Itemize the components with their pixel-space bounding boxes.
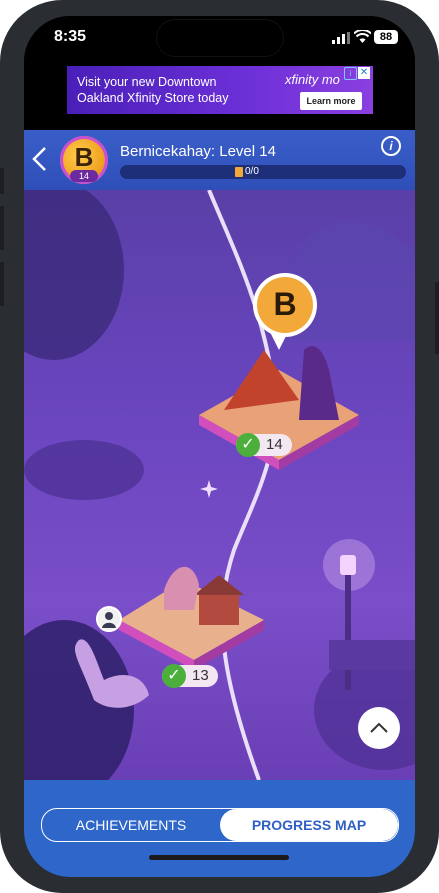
chevron-up-icon bbox=[370, 722, 388, 733]
map-scenery bbox=[24, 190, 415, 780]
battery-indicator: 88 bbox=[374, 30, 398, 44]
tab-switcher: ACHIEVEMENTS PROGRESS MAP bbox=[41, 808, 399, 842]
home-indicator[interactable] bbox=[149, 855, 289, 860]
level-marker-letter: B bbox=[273, 286, 297, 322]
book-icon bbox=[235, 167, 243, 177]
level-header: B 14 Bernicekahay: Level 14 0/0 i bbox=[24, 130, 415, 190]
avatar-level-badge: 14 bbox=[70, 170, 98, 182]
side-button-volume-down bbox=[0, 262, 4, 306]
ad-learn-more-button[interactable]: Learn more bbox=[300, 92, 362, 110]
tab-progress-map[interactable]: PROGRESS MAP bbox=[220, 809, 398, 841]
status-time: 8:35 bbox=[54, 28, 87, 45]
ad-text: Visit your new Downtown Oakland Xfinity … bbox=[77, 75, 229, 105]
level-progress-bar: 0/0 bbox=[120, 165, 406, 179]
phone-frame: 8:35 88 Visit your new Downtown Oakland … bbox=[0, 0, 439, 893]
level-progress-text: 0/0 bbox=[245, 166, 259, 177]
player-title: Bernicekahay: Level 14 bbox=[120, 143, 276, 160]
side-button-volume-up bbox=[0, 206, 4, 250]
check-icon: ✓ bbox=[236, 433, 260, 457]
check-icon: ✓ bbox=[162, 664, 186, 688]
info-icon[interactable]: i bbox=[381, 136, 401, 156]
map-path bbox=[207, 190, 278, 780]
chevron-left-icon bbox=[32, 147, 46, 171]
level-number: 13 bbox=[192, 667, 209, 684]
ad-brand-logo: xfinity mo bbox=[285, 72, 340, 87]
avatar[interactable]: B 14 bbox=[60, 136, 108, 184]
progress-map[interactable]: B ✓ 14 ✓ 13 bbox=[24, 190, 415, 780]
tab-achievements[interactable]: ACHIEVEMENTS bbox=[42, 809, 220, 841]
status-bar: 8:35 88 bbox=[24, 16, 415, 60]
ad-info-icon[interactable]: i bbox=[344, 67, 357, 80]
bottom-tab-bar: ACHIEVEMENTS PROGRESS MAP bbox=[24, 780, 415, 877]
back-button[interactable] bbox=[30, 144, 54, 174]
avatar-letter: B bbox=[74, 142, 94, 172]
player-avatar-icon[interactable] bbox=[96, 606, 122, 632]
level-number: 14 bbox=[266, 436, 283, 453]
level-badge-13[interactable]: ✓ 13 bbox=[162, 664, 218, 688]
side-button-mute bbox=[0, 168, 4, 194]
wifi-icon bbox=[354, 30, 371, 43]
dynamic-island bbox=[157, 20, 283, 56]
side-button-power bbox=[435, 282, 439, 354]
scroll-up-button[interactable] bbox=[358, 707, 400, 749]
ad-close-icon[interactable]: ✕ bbox=[358, 67, 370, 79]
person-icon bbox=[102, 612, 116, 628]
ad-banner[interactable]: Visit your new Downtown Oakland Xfinity … bbox=[67, 66, 373, 114]
level-badge-14[interactable]: ✓ 14 bbox=[236, 433, 292, 457]
signal-icon bbox=[332, 32, 350, 44]
screen: 8:35 88 Visit your new Downtown Oakland … bbox=[24, 16, 415, 877]
